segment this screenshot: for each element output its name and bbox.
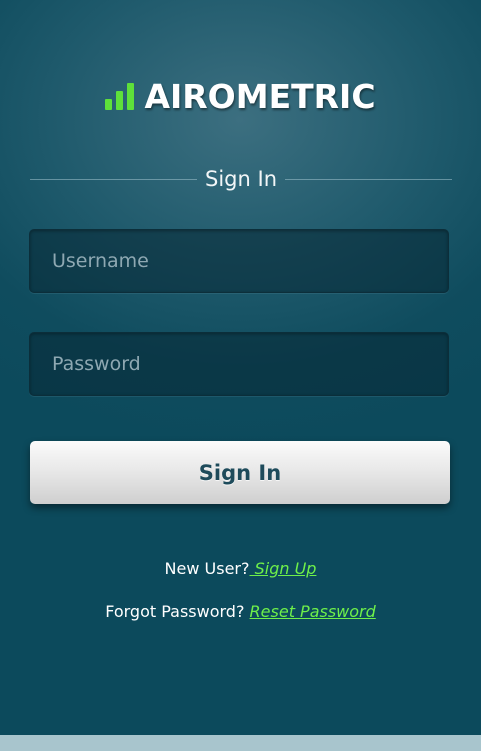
signal-bars-icon: [105, 82, 135, 110]
signal-bar-tall: [127, 83, 135, 110]
app-logo: AIROMETRIC: [0, 76, 481, 116]
signin-title: Sign In: [205, 167, 277, 191]
signal-bar-short: [105, 99, 113, 110]
new-user-text: New User?: [164, 559, 250, 578]
bottom-strip: [0, 735, 481, 751]
signal-bar-medium: [116, 91, 124, 110]
signin-heading: Sign In: [30, 162, 453, 196]
new-user-row: New User? Sign Up: [0, 559, 481, 578]
divider-left: [30, 178, 198, 180]
username-field[interactable]: [29, 229, 449, 293]
reset-password-link[interactable]: Reset Password: [250, 602, 376, 621]
forgot-password-text: Forgot Password?: [105, 602, 250, 621]
logo-text: AIROMETRIC: [144, 76, 376, 116]
forgot-password-row: Forgot Password? Reset Password: [0, 602, 481, 621]
divider-right: [285, 178, 453, 180]
sign-in-button[interactable]: Sign In: [30, 441, 450, 504]
password-field[interactable]: [29, 332, 449, 396]
login-screen: AIROMETRIC Sign In Sign In New User? Sig…: [0, 0, 481, 735]
sign-up-link[interactable]: Sign Up: [250, 559, 317, 578]
